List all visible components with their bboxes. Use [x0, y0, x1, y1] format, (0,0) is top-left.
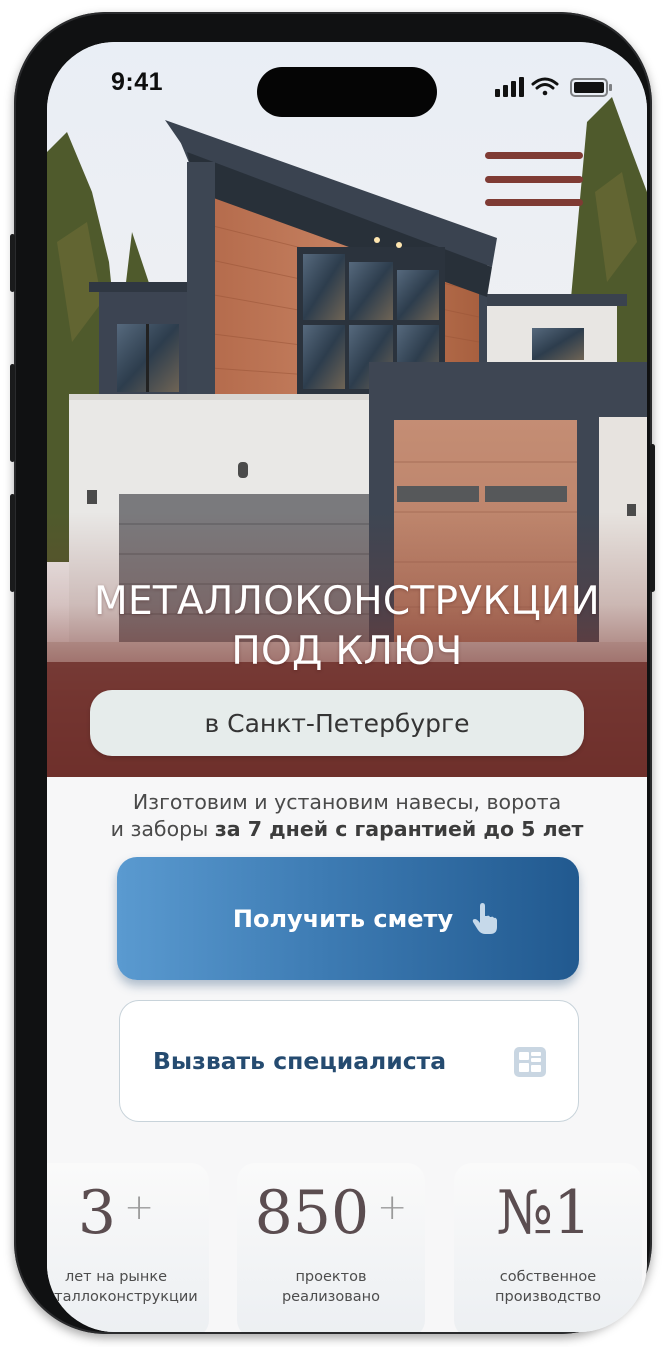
stat-caption: лет на рынке металлоконструкции: [47, 1269, 198, 1305]
hero-title-line2: ПОД КЛЮЧ: [231, 629, 463, 674]
volume-up-button: [10, 364, 15, 462]
stat-caption: проектов реализовано: [281, 1269, 381, 1305]
get-estimate-button[interactable]: Получить смету: [117, 857, 579, 980]
status-bar: 9:41: [47, 42, 647, 122]
cellular-signal-icon: [495, 77, 524, 97]
phone-frame: 9:41 МЕТАЛЛОКОНСТРУКЦИИ ПОД КЛЮЧ в Санкт…: [10, 12, 655, 1334]
stat-caption: собственное производство: [495, 1269, 601, 1305]
hamburger-icon[interactable]: [485, 152, 583, 212]
description-line2-regular: и заборы: [110, 817, 215, 841]
volume-down-button: [10, 494, 15, 592]
description: Изготовим и установим навесы, ворота и з…: [47, 789, 647, 843]
dynamic-island: [257, 67, 437, 117]
action-button: [10, 234, 15, 292]
stat-value: 3 +: [77, 1178, 155, 1248]
battery-icon: [570, 78, 612, 97]
call-specialist-button[interactable]: Вызвать специалиста: [119, 1000, 579, 1122]
get-estimate-label: Получить смету: [232, 904, 454, 933]
description-line1: Изготовим и установим навесы, ворота: [132, 790, 562, 814]
hero-title-line1: МЕТАЛЛОКОНСТРУКЦИИ: [94, 579, 600, 624]
stat-value: №1: [496, 1178, 592, 1248]
stat-card-projects: 850 + проектов реализовано: [237, 1163, 425, 1332]
city-badge: в Санкт-Петербурге: [90, 690, 584, 756]
stat-card-years: 3 + лет на рынке металлоконструкции: [47, 1163, 209, 1332]
hero-title: МЕТАЛЛОКОНСТРУКЦИИ ПОД КЛЮЧ: [47, 577, 647, 677]
stat-card-production: №1 собственное производство: [454, 1163, 642, 1332]
call-specialist-label: Вызвать специалиста: [153, 1047, 447, 1075]
power-button: [650, 444, 655, 592]
calculator-icon: [514, 1047, 546, 1077]
description-line2: и заборы за 7 дней с гарантией до 5 лет: [47, 816, 647, 843]
status-icons: [495, 77, 612, 97]
status-time: 9:41: [111, 68, 164, 96]
stat-value: 850 +: [254, 1178, 408, 1248]
hand-pointer-icon: [472, 903, 497, 934]
wifi-icon: [531, 77, 559, 96]
description-line2-bold: за 7 дней с гарантией до 5 лет: [214, 817, 584, 841]
screen: 9:41 МЕТАЛЛОКОНСТРУКЦИИ ПОД КЛЮЧ в Санкт…: [47, 42, 647, 1332]
